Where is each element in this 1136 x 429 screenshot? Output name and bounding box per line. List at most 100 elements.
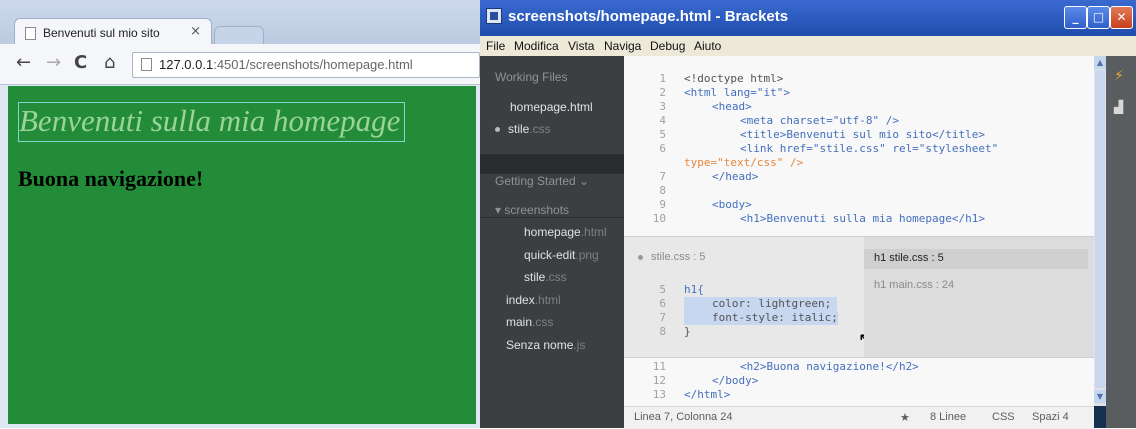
reload-button[interactable]: C: [74, 52, 87, 73]
new-tab-button[interactable]: [214, 26, 264, 45]
extension-manager-icon[interactable]: ▟: [1114, 100, 1123, 114]
working-file-homepage[interactable]: homepage.html: [510, 100, 593, 114]
line-number: 5: [659, 283, 666, 296]
file-index[interactable]: index.html: [506, 293, 561, 307]
line-number: 7: [659, 311, 666, 324]
code-text: <link href="stile.css" rel="stylesheet": [740, 142, 999, 155]
brackets-app-icon: [486, 8, 502, 24]
file-homepage[interactable]: homepage.html: [524, 225, 607, 239]
file-name: index: [506, 293, 535, 307]
project-dropdown[interactable]: Getting Started ⌄: [495, 174, 589, 188]
file-name: homepage: [524, 225, 581, 239]
file-quick-edit[interactable]: quick-edit.png: [524, 248, 599, 262]
code-text: </head>: [712, 170, 759, 183]
code-text: <meta charset="utf-8" />: [740, 114, 899, 127]
line-number: 6: [659, 142, 666, 155]
code-editor[interactable]: 1 <!doctype html> 2 <html lang="it"> 3 <hea…: [624, 56, 1094, 406]
live-preview-icon[interactable]: ⚡: [1114, 68, 1124, 84]
forward-button[interactable]: →: [46, 52, 61, 73]
inline-file-label: stile.css : 5: [651, 251, 706, 263]
css-text: }: [684, 325, 691, 338]
language-mode[interactable]: CSS: [992, 411, 1015, 423]
browser-toolbar: ← → C ⌂ 127.0.0.1:4501/screenshots/homep…: [0, 44, 480, 85]
line-number: 13: [652, 388, 666, 401]
scroll-down-icon[interactable]: ▼: [1094, 390, 1106, 403]
browser-tab[interactable]: Benvenuti sul mio sito ×: [14, 18, 212, 47]
line-number: 9: [659, 198, 666, 211]
working-file-selection: [480, 154, 636, 174]
file-name: stile: [524, 270, 546, 284]
inline-editor[interactable]: stile.css : 5 5 h1{ 6 color: lightgreen; 7…: [624, 236, 1094, 358]
page-heading-h2: Buona navigazione!: [18, 166, 204, 191]
indent-setting[interactable]: Spazi 4: [1032, 411, 1069, 423]
code-text: <head>: [712, 100, 752, 113]
page-icon: [141, 58, 152, 71]
sidebar-divider: [480, 217, 624, 218]
browser-window: Benvenuti sul mio sito × ← → C ⌂ 127.0.0…: [0, 0, 480, 428]
code-text: <!doctype html>: [684, 72, 784, 85]
menu-modifica[interactable]: Modifica: [514, 39, 559, 53]
close-button[interactable]: ✕: [1110, 6, 1133, 29]
rule-item-selected[interactable]: h1 stile.css : 5: [864, 249, 1088, 269]
menu-debug[interactable]: Debug: [650, 39, 685, 53]
file-extension: .png: [575, 248, 599, 262]
vertical-scrollbar[interactable]: ▲ ▼: [1094, 56, 1106, 406]
url-path: :4501/screenshots/homepage.html: [213, 57, 413, 72]
file-main[interactable]: main.css: [506, 315, 553, 329]
line-number: 10: [652, 212, 666, 225]
scroll-thumb[interactable]: [1095, 70, 1105, 388]
url-text: 127.0.0.1:4501/screenshots/homepage.html: [159, 57, 413, 72]
code-text: </html>: [684, 388, 731, 401]
line-count: 8 Linee: [930, 411, 967, 423]
inline-editor-file-link[interactable]: stile.css : 5: [638, 251, 705, 263]
brackets-window: screenshots/homepage.html - Brackets _ □…: [480, 0, 1136, 429]
css-text: font-style: italic;: [684, 311, 838, 325]
scroll-up-icon[interactable]: ▲: [1094, 56, 1106, 69]
file-extension: .css: [532, 315, 554, 329]
url-host: 127.0.0.1: [159, 57, 214, 72]
line-number: 12: [652, 374, 666, 387]
star-icon: ★: [900, 412, 910, 424]
menu-aiuto[interactable]: Aiuto: [694, 39, 721, 53]
address-bar[interactable]: 127.0.0.1:4501/screenshots/homepage.html: [132, 52, 480, 78]
rule-item[interactable]: h1 main.css : 24: [874, 279, 954, 291]
title-bar: screenshots/homepage.html - Brackets _ □…: [480, 0, 1136, 36]
file-extension: .html: [534, 293, 561, 307]
code-text: <h2>Buona navigazione!</h2>: [740, 360, 919, 373]
minimize-button[interactable]: _: [1064, 6, 1087, 29]
code-text: </body>: [712, 374, 759, 387]
back-button[interactable]: ←: [16, 52, 31, 73]
page-icon: [25, 27, 36, 40]
menu-vista[interactable]: Vista: [568, 39, 594, 53]
home-button[interactable]: ⌂: [104, 52, 115, 73]
line-number: 8: [659, 184, 666, 197]
code-text: <body>: [712, 198, 752, 211]
unsaved-dot-icon: [638, 254, 643, 260]
unsaved-dot-icon: [495, 127, 500, 133]
line-number: 1: [659, 72, 666, 85]
working-file-label: homepage.html: [510, 100, 593, 114]
menu-bar: File Modifica Vista Naviga Debug Aiuto: [480, 36, 1136, 56]
page-viewport: Benvenuti sulla mia homepage Buona navig…: [8, 86, 476, 424]
css-text: color: lightgreen;: [684, 297, 838, 311]
folder-screenshots[interactable]: ▾ screenshots: [495, 203, 569, 217]
sidebar: Working Files homepage.html stile.css Ge…: [480, 56, 636, 428]
menu-file[interactable]: File: [486, 39, 505, 53]
css-line: 7 font-style: italic;: [624, 311, 864, 325]
file-extension: .js: [573, 338, 586, 352]
tab-strip: Benvenuti sul mio sito ×: [0, 0, 480, 47]
status-bar: Linea 7, Colonna 24 ★ 8 Linee CSS Spazi …: [624, 406, 1094, 429]
working-files-header: Working Files: [495, 70, 568, 84]
window-title: screenshots/homepage.html - Brackets: [508, 8, 789, 25]
maximize-button[interactable]: □: [1087, 6, 1110, 29]
menu-naviga[interactable]: Naviga: [604, 39, 641, 53]
code-text: type="text/css" />: [684, 156, 804, 169]
page-heading-h1: Benvenuti sulla mia homepage: [18, 102, 406, 142]
css-line: 8}: [624, 325, 864, 339]
code-text: <h1>Benvenuti sulla mia homepage</h1>: [740, 212, 986, 225]
file-senza-nome[interactable]: Senza nome.js: [506, 338, 585, 352]
close-tab-icon[interactable]: ×: [190, 24, 201, 39]
file-stile[interactable]: stile.css: [524, 270, 567, 284]
working-file-stile[interactable]: stile.css: [495, 122, 551, 136]
file-extension: .css: [529, 122, 551, 136]
